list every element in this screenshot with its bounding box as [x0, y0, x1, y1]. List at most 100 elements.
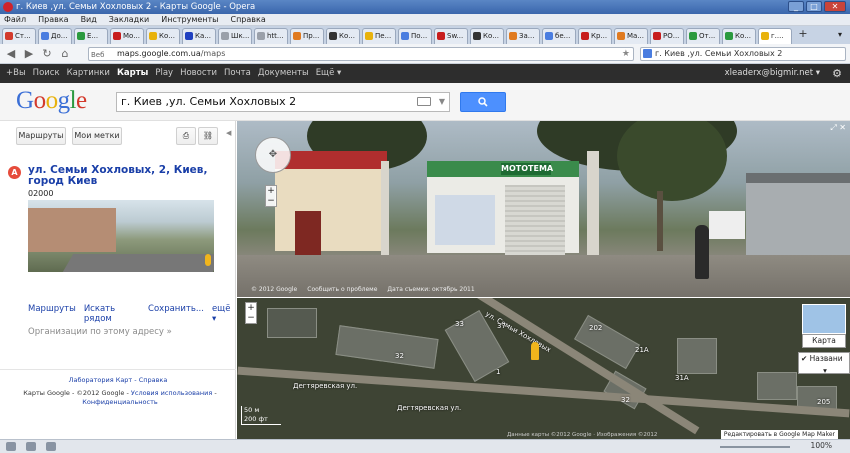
cloud-icon[interactable] — [26, 442, 36, 451]
browser-tab[interactable]: Мо... — [110, 28, 144, 44]
back-arrow-icon[interactable]: ◀ — [4, 47, 18, 61]
street-view-panorama[interactable]: МОТОТЕМА ✥ + − © 2012 Google Сообщить о … — [237, 121, 850, 297]
world-minimap[interactable] — [802, 304, 846, 334]
menu-help[interactable]: Справка — [230, 14, 265, 25]
browser-tab[interactable]: Ма... — [614, 28, 648, 44]
browser-tab[interactable]: Ко... — [722, 28, 756, 44]
zoom-in-button[interactable]: + — [266, 186, 276, 196]
gbar-link[interactable]: Ещё ▾ — [316, 64, 342, 83]
action-save[interactable]: Сохранить... — [148, 304, 204, 324]
browser-tab[interactable]: До... — [38, 28, 72, 44]
search-button[interactable] — [460, 92, 506, 112]
action-search-nearby[interactable]: Искать рядом — [84, 304, 140, 324]
browser-tab[interactable]: РО... — [650, 28, 684, 44]
menu-bookmarks[interactable]: Закладки — [109, 14, 149, 25]
browser-tab[interactable]: Шк... — [218, 28, 252, 44]
browser-tab[interactable]: бе... — [542, 28, 576, 44]
expand-close-icon[interactable]: ⤢ ✕ — [830, 123, 846, 133]
action-more[interactable]: ещё ▾ — [212, 304, 235, 324]
link-icon[interactable]: ⛓ — [198, 127, 218, 145]
map-zoom-out[interactable]: − — [246, 313, 256, 323]
privacy-link[interactable]: Конфиденциальность — [82, 398, 157, 406]
browser-tab[interactable]: Пр... — [290, 28, 324, 44]
browser-tab[interactable]: За... — [506, 28, 540, 44]
browser-tab[interactable]: г.... — [758, 28, 792, 44]
compass-pan-control[interactable]: ✥ — [255, 137, 291, 173]
user-account[interactable]: xleaderx@bigmir.net ▾ — [725, 64, 820, 83]
menu-tools[interactable]: Инструменты — [161, 14, 218, 25]
terms-link[interactable]: Условия использования — [131, 389, 212, 397]
gbar-link[interactable]: Почта — [224, 64, 251, 83]
browser-tab[interactable]: Ко... — [470, 28, 504, 44]
pegman-icon[interactable] — [531, 342, 539, 360]
gbar-link[interactable]: +Вы — [6, 64, 26, 83]
streetview-zoom-control[interactable]: + − — [265, 185, 277, 207]
maximize-button[interactable]: □ — [806, 1, 822, 12]
collapse-panel-icon[interactable]: ◀ — [226, 129, 231, 137]
tab-favicon-icon — [41, 32, 49, 40]
chevron-down-icon[interactable]: ▾ — [801, 365, 849, 373]
gbar-link[interactable]: Play — [155, 64, 173, 83]
panels-icon[interactable] — [6, 442, 16, 451]
gbar-link[interactable]: Новости — [180, 64, 217, 83]
gbar-link[interactable]: Картинки — [67, 64, 110, 83]
tab-label: Sw... — [447, 32, 464, 40]
action-routes[interactable]: Маршруты — [28, 304, 76, 324]
browser-tab[interactable]: Ка... — [182, 28, 216, 44]
url-field[interactable]: Веб maps.google.com.ua/maps ★ — [88, 47, 634, 61]
home-icon[interactable]: ⌂ — [58, 47, 72, 61]
my-maps-button[interactable]: Мои метки — [72, 127, 122, 145]
map-maker-link[interactable]: Редактировать в Google Map Maker — [720, 430, 838, 439]
google-logo[interactable]: Google — [16, 87, 87, 115]
map-zoom-in[interactable]: + — [246, 303, 256, 313]
reload-icon[interactable]: ↻ — [40, 47, 54, 61]
labels-checkbox[interactable]: ✔ Названи — [801, 353, 849, 365]
tab-menu-icon[interactable]: ▾ — [838, 28, 848, 44]
gbar-link[interactable]: Документы — [258, 64, 309, 83]
browser-tab[interactable]: Кр... — [578, 28, 612, 44]
organizations-link[interactable]: Организации по этому адресу » — [28, 327, 172, 337]
routes-button[interactable]: Маршруты — [16, 127, 66, 145]
zoom-slider[interactable] — [720, 446, 790, 448]
minimize-button[interactable]: _ — [788, 1, 804, 12]
address-bar: ◀ ▶ ↻ ⌂ Веб maps.google.com.ua/maps ★ г.… — [0, 44, 850, 64]
menu-view[interactable]: Вид — [81, 14, 97, 25]
keyboard-icon[interactable] — [417, 97, 431, 106]
browser-tab[interactable]: Е... — [74, 28, 108, 44]
browser-search-field[interactable]: г. Киев ,ул. Семьи Хохловых 2 — [640, 47, 846, 61]
close-button[interactable]: ✕ — [824, 1, 846, 12]
browser-tab[interactable]: htt... — [254, 28, 288, 44]
satellite-map[interactable]: ул. Семьи Хохловых Дегтяревская ул. Дегт… — [237, 298, 850, 439]
browser-tab[interactable]: Пе... — [362, 28, 396, 44]
report-problem-link[interactable]: Сообщить о проблеме — [307, 286, 377, 293]
bookmark-star-icon[interactable]: ★ — [622, 48, 630, 60]
browser-tab[interactable]: От... — [686, 28, 720, 44]
footer-links[interactable]: Лаборатория Карт - Справка — [0, 376, 236, 384]
zoom-out-button[interactable]: − — [266, 196, 276, 206]
browser-tab[interactable]: Ко... — [146, 28, 180, 44]
browser-tab[interactable]: Sw... — [434, 28, 468, 44]
browser-tab[interactable]: По... — [398, 28, 432, 44]
street-view-thumbnail[interactable] — [28, 200, 214, 272]
browser-tab[interactable]: Ко... — [326, 28, 360, 44]
new-tab-button[interactable]: + — [796, 28, 810, 42]
maps-search-input[interactable]: г. Киев ,ул. Семьи Хохловых 2 ▼ — [116, 92, 450, 112]
labels-toggle[interactable]: ✔ Названи ▾ — [798, 352, 850, 374]
tab-label: По... — [411, 32, 428, 40]
map-zoom-control[interactable]: + − — [245, 302, 257, 324]
menu-file[interactable]: Файл — [4, 14, 26, 25]
gear-icon[interactable]: ⚙ — [832, 64, 842, 83]
print-icon[interactable]: ⎙ — [176, 127, 196, 145]
turbo-icon[interactable] — [46, 442, 56, 451]
forward-arrow-icon[interactable]: ▶ — [22, 47, 36, 61]
map-type-button[interactable]: Карта — [802, 334, 846, 348]
street-label: Дегтяревская ул. — [293, 382, 358, 390]
gbar-link[interactable]: Поиск — [33, 64, 60, 83]
scale-meters: 50 м — [244, 406, 260, 414]
gbar-link[interactable]: Карты — [117, 64, 148, 83]
browser-tab[interactable]: Ст... — [2, 28, 36, 44]
tab-favicon-icon — [329, 32, 337, 40]
place-title[interactable]: ул. Семьи Хохловых, 2, Киев, город Киев — [28, 165, 228, 187]
chevron-down-icon[interactable]: ▼ — [439, 93, 445, 111]
menu-edit[interactable]: Правка — [38, 14, 68, 25]
